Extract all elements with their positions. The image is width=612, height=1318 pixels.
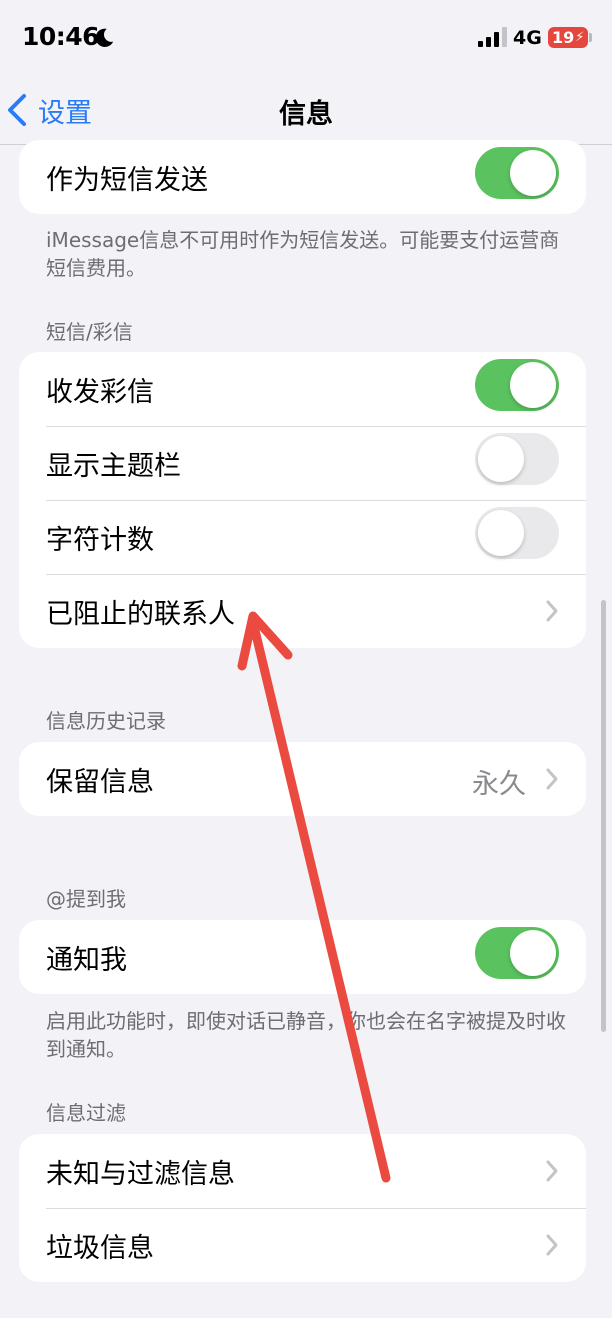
keep-messages-row[interactable]: 保留信息 永久 bbox=[19, 742, 586, 816]
chevron-right-icon bbox=[546, 1234, 558, 1256]
scrollbar[interactable] bbox=[601, 600, 606, 1032]
show-subject-row[interactable]: 显示主题栏 bbox=[19, 426, 586, 500]
notify-me-toggle[interactable] bbox=[475, 927, 559, 979]
toggle-knob bbox=[510, 150, 556, 196]
row-label: 收发彩信 bbox=[46, 376, 154, 408]
junk-row[interactable]: 垃圾信息 bbox=[19, 1208, 586, 1282]
send-as-sms-row[interactable]: 作为短信发送 bbox=[19, 140, 586, 214]
history-group: 保留信息 永久 bbox=[19, 742, 586, 816]
sms-mms-group: 收发彩信 显示主题栏 字符计数 已阻止的联系人 bbox=[19, 352, 586, 648]
keep-messages-value: 永久 bbox=[472, 769, 526, 800]
character-count-toggle[interactable] bbox=[475, 507, 559, 559]
status-bar: 10:46 4G 19 ⚡ bbox=[0, 0, 612, 78]
toggle-knob bbox=[510, 930, 556, 976]
moon-icon bbox=[95, 28, 114, 47]
signal-icon bbox=[478, 27, 507, 47]
charging-icon: ⚡ bbox=[575, 30, 585, 45]
mentions-footer: 启用此功能时，即使对话已静音，你也会在名字被提及时收到通知。 bbox=[46, 1009, 566, 1061]
toggle-knob bbox=[510, 362, 556, 408]
row-label: 未知与过滤信息 bbox=[46, 1158, 235, 1190]
row-label: 保留信息 bbox=[46, 766, 154, 798]
battery-level: 19 bbox=[552, 28, 575, 47]
chevron-right-icon bbox=[546, 1160, 558, 1182]
status-time: 10:46 bbox=[22, 22, 100, 51]
send-as-sms-toggle[interactable] bbox=[475, 147, 559, 199]
show-subject-toggle[interactable] bbox=[475, 433, 559, 485]
chevron-right-icon bbox=[546, 768, 558, 790]
mms-messaging-row[interactable]: 收发彩信 bbox=[19, 352, 586, 426]
row-label: 作为短信发送 bbox=[46, 164, 208, 196]
mentions-header: @提到我 bbox=[46, 887, 126, 911]
send-sms-group: 作为短信发送 bbox=[19, 140, 586, 214]
history-header: 信息历史记录 bbox=[46, 709, 166, 733]
battery-nub bbox=[589, 33, 592, 42]
row-label: 已阻止的联系人 bbox=[46, 598, 235, 630]
network-label: 4G bbox=[513, 27, 542, 49]
row-label: 字符计数 bbox=[46, 524, 154, 556]
filtering-header: 信息过滤 bbox=[46, 1101, 126, 1125]
row-label: 通知我 bbox=[46, 944, 127, 976]
blocked-contacts-row[interactable]: 已阻止的联系人 bbox=[19, 574, 586, 648]
notify-me-row[interactable]: 通知我 bbox=[19, 920, 586, 994]
mentions-group: 通知我 bbox=[19, 920, 586, 994]
page-title: 信息 bbox=[279, 99, 333, 130]
sms-mms-header: 短信/彩信 bbox=[46, 320, 133, 344]
toggle-knob bbox=[478, 436, 524, 482]
unknown-filtered-row[interactable]: 未知与过滤信息 bbox=[19, 1134, 586, 1208]
mms-messaging-toggle[interactable] bbox=[475, 359, 559, 411]
filtering-group: 未知与过滤信息 垃圾信息 bbox=[19, 1134, 586, 1282]
battery-indicator: 19 ⚡ bbox=[548, 27, 588, 48]
send-sms-footer: iMessage信息不可用时作为短信发送。可能要支付运营商短信费用。 bbox=[46, 228, 560, 280]
chevron-right-icon bbox=[546, 600, 558, 622]
row-label: 显示主题栏 bbox=[46, 450, 181, 482]
row-label: 垃圾信息 bbox=[46, 1232, 154, 1264]
toggle-knob bbox=[478, 510, 524, 556]
character-count-row[interactable]: 字符计数 bbox=[19, 500, 586, 574]
